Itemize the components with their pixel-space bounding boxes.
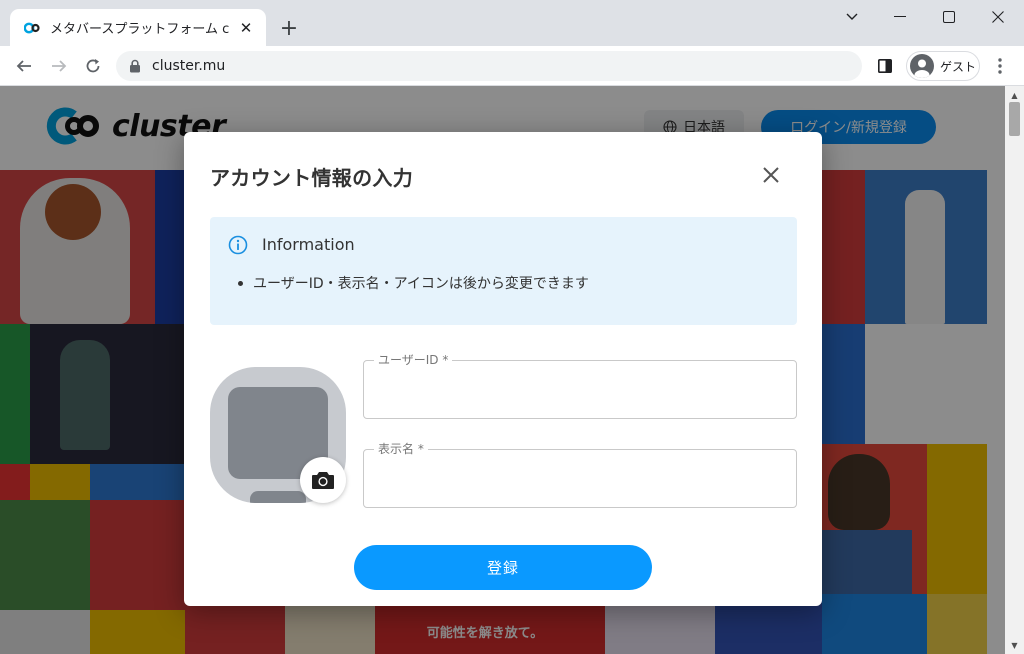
tab-search-chevron-icon[interactable] (832, 4, 872, 30)
camera-icon (312, 472, 334, 489)
avatar-upload[interactable] (210, 367, 346, 503)
page-scrollbar[interactable]: ▲ ▼ (1005, 86, 1024, 654)
browser-tabstrip: メタバースプラットフォーム cluster（ク ✕ + (0, 0, 1024, 46)
account-info-dialog: アカウント情報の入力 Information ユーザーID・表示名・アイコンは後… (184, 132, 822, 606)
side-panel-icon[interactable] (873, 54, 897, 78)
info-list-item: ユーザーID・表示名・アイコンは後から変更できます (238, 273, 589, 293)
user-id-input[interactable] (364, 361, 796, 418)
display-name-input[interactable] (364, 450, 796, 507)
bullet (238, 280, 243, 286)
register-button[interactable]: 登録 (354, 545, 652, 590)
back-arrow-icon[interactable] (10, 52, 38, 80)
browser-toolbar: cluster.mu ゲスト (0, 46, 1024, 86)
info-panel: Information ユーザーID・表示名・アイコンは後から変更できます (210, 217, 797, 325)
lock-icon (130, 59, 140, 73)
scroll-thumb[interactable] (1009, 102, 1020, 136)
tab-close-icon[interactable]: ✕ (236, 18, 256, 38)
cluster-favicon-icon (24, 22, 40, 33)
guest-avatar-icon (910, 54, 934, 78)
forward-arrow-icon[interactable] (45, 52, 73, 80)
info-title: Information (262, 235, 355, 254)
minimize-icon[interactable] (880, 4, 920, 30)
display-name-field[interactable]: 表示名 * (363, 441, 797, 508)
window-close-icon[interactable] (978, 4, 1018, 30)
address-url: cluster.mu (152, 58, 226, 74)
profile-label: ゲスト (940, 59, 977, 74)
info-text: ユーザーID・表示名・アイコンは後から変更できます (253, 276, 589, 292)
dialog-title: アカウント情報の入力 (210, 166, 413, 190)
avatar-shape (250, 491, 306, 503)
maximize-icon[interactable] (929, 4, 969, 30)
address-bar[interactable]: cluster.mu (116, 51, 862, 81)
new-tab-button[interactable]: + (276, 15, 302, 41)
info-circle-icon (228, 235, 248, 255)
tab-title: メタバースプラットフォーム cluster（ク (50, 22, 230, 37)
camera-button[interactable] (300, 457, 346, 503)
user-id-field[interactable]: ユーザーID * (363, 352, 797, 419)
browser-tab-cluster[interactable]: メタバースプラットフォーム cluster（ク ✕ (10, 9, 266, 46)
reload-icon[interactable] (79, 52, 107, 80)
more-menu-icon[interactable] (988, 54, 1012, 78)
profile-button[interactable]: ゲスト (906, 51, 980, 81)
scroll-down-arrow-icon[interactable]: ▼ (1005, 638, 1024, 652)
scroll-up-arrow-icon[interactable]: ▲ (1005, 88, 1024, 102)
close-icon[interactable] (758, 162, 784, 188)
